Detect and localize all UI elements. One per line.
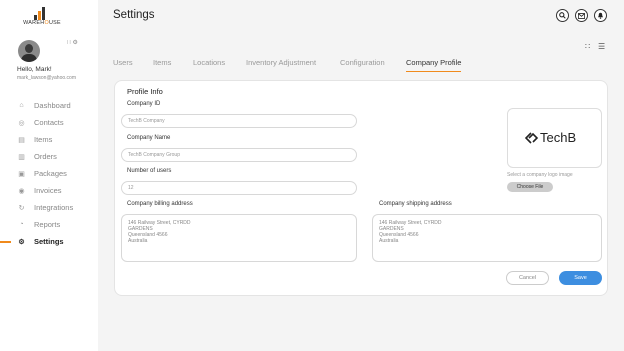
invoice-icon: ◉ bbox=[18, 187, 25, 195]
shipping-address-field[interactable]: 146 Railway Street, CYRDD GARDENS Queens… bbox=[372, 214, 602, 262]
sidebar-item-label: Settings bbox=[34, 237, 64, 246]
notifications-button[interactable] bbox=[594, 9, 607, 22]
user-email: mark_lawson@yahoo.com bbox=[17, 75, 76, 81]
sidebar-item-invoices[interactable]: ◉ Invoices bbox=[0, 182, 98, 199]
billing-address-label: Company billing address bbox=[127, 201, 193, 207]
sidebar-item-label: Packages bbox=[34, 169, 67, 178]
cart-icon: ▥ bbox=[18, 153, 25, 161]
billing-address-field[interactable]: 146 Railway Street, CYRDD GARDENS Queens… bbox=[121, 214, 357, 262]
users-label: Number of users bbox=[127, 168, 172, 174]
sidebar-item-label: Integrations bbox=[34, 203, 74, 212]
list-view-icon[interactable]: ☰ bbox=[598, 42, 605, 51]
items-icon: ▤ bbox=[18, 136, 25, 144]
company-logo: TechB bbox=[525, 130, 576, 145]
bell-icon bbox=[598, 12, 603, 19]
sidebar-item-reports[interactable]: ◔ Reports bbox=[0, 216, 98, 233]
sidebar-item-orders[interactable]: ▥ Orders bbox=[0, 148, 98, 165]
tab-inventory-adjustment[interactable]: Inventory Adjustment bbox=[246, 58, 340, 70]
company-profile-card: Profile Info Company ID TechB Company Co… bbox=[114, 80, 608, 296]
logo-bars-icon bbox=[34, 7, 52, 20]
grid-icon[interactable]: ∷ bbox=[67, 40, 71, 46]
contacts-icon: ◎ bbox=[18, 119, 25, 127]
cancel-button[interactable]: Cancel bbox=[506, 271, 549, 285]
mail-icon bbox=[578, 12, 585, 19]
users-field[interactable]: 12 bbox=[121, 181, 357, 195]
sidebar-item-label: Items bbox=[34, 135, 53, 144]
sidebar-item-packages[interactable]: ▣ Packages bbox=[0, 165, 98, 182]
sidebar-item-items[interactable]: ▤ Items bbox=[0, 131, 98, 148]
tab-locations[interactable]: Locations bbox=[193, 58, 246, 70]
sidebar-nav: ⌂ Dashboard ◎ Contacts ▤ Items ▥ Orders ▣ Pac… bbox=[0, 97, 98, 250]
integrations-icon: ↻ bbox=[18, 204, 25, 212]
shipping-address-label: Company shipping address bbox=[379, 201, 452, 207]
page-title: Settings bbox=[113, 9, 155, 21]
tab-items[interactable]: Items bbox=[153, 58, 193, 70]
sidebar-item-label: Dashboard bbox=[34, 101, 71, 110]
messages-button[interactable] bbox=[575, 9, 588, 22]
save-button[interactable]: Save bbox=[559, 271, 602, 285]
user-greeting: Hello, Mark! bbox=[17, 66, 52, 73]
grid-view-icon[interactable]: ∷ bbox=[585, 42, 590, 51]
section-title: Profile Info bbox=[127, 87, 163, 96]
sidebar-item-integrations[interactable]: ↻ Integrations bbox=[0, 199, 98, 216]
company-name-field[interactable]: TechB Company Group bbox=[121, 148, 357, 162]
app-logo[interactable]: WAREHOUSE bbox=[22, 7, 62, 29]
company-id-label: Company ID bbox=[127, 101, 161, 107]
sidebar-item-label: Orders bbox=[34, 152, 57, 161]
logo-hint: Select a company logo image bbox=[507, 172, 573, 178]
company-id-field[interactable]: TechB Company bbox=[121, 114, 357, 128]
user-tools: ∷ ⚙ bbox=[67, 39, 78, 46]
company-logo-preview: TechB bbox=[507, 108, 602, 168]
logo-text: WAREHOUSE bbox=[23, 20, 61, 26]
tab-company-profile[interactable]: Company Profile bbox=[406, 58, 462, 72]
choose-file-button[interactable]: Choose File bbox=[507, 182, 553, 192]
sidebar-item-dashboard[interactable]: ⌂ Dashboard bbox=[0, 97, 98, 114]
gear-icon: ⚙ bbox=[18, 238, 25, 246]
gear-small-icon[interactable]: ⚙ bbox=[73, 40, 78, 46]
sidebar-item-label: Contacts bbox=[34, 118, 64, 127]
sidebar-item-contacts[interactable]: ◎ Contacts bbox=[0, 114, 98, 131]
sidebar: WAREHOUSE ∷ ⚙ Hello, Mark! mark_lawson@y… bbox=[0, 0, 98, 351]
tab-users[interactable]: Users bbox=[113, 58, 140, 70]
search-icon bbox=[559, 12, 566, 19]
avatar[interactable] bbox=[18, 40, 40, 62]
reports-icon: ◔ bbox=[19, 221, 24, 228]
sidebar-item-settings[interactable]: ⚙ Settings bbox=[0, 233, 98, 250]
home-icon: ⌂ bbox=[19, 102, 24, 109]
package-icon: ▣ bbox=[18, 170, 25, 178]
sidebar-item-label: Reports bbox=[34, 220, 61, 229]
tab-configuration[interactable]: Configuration bbox=[340, 58, 406, 70]
settings-tabs: Users Items Locations Inventory Adjustme… bbox=[113, 58, 462, 72]
sidebar-item-label: Invoices bbox=[34, 186, 62, 195]
techb-logo-icon bbox=[525, 131, 539, 144]
search-button[interactable] bbox=[556, 9, 569, 22]
company-name-label: Company Name bbox=[127, 135, 171, 141]
company-logo-text: TechB bbox=[540, 130, 577, 145]
